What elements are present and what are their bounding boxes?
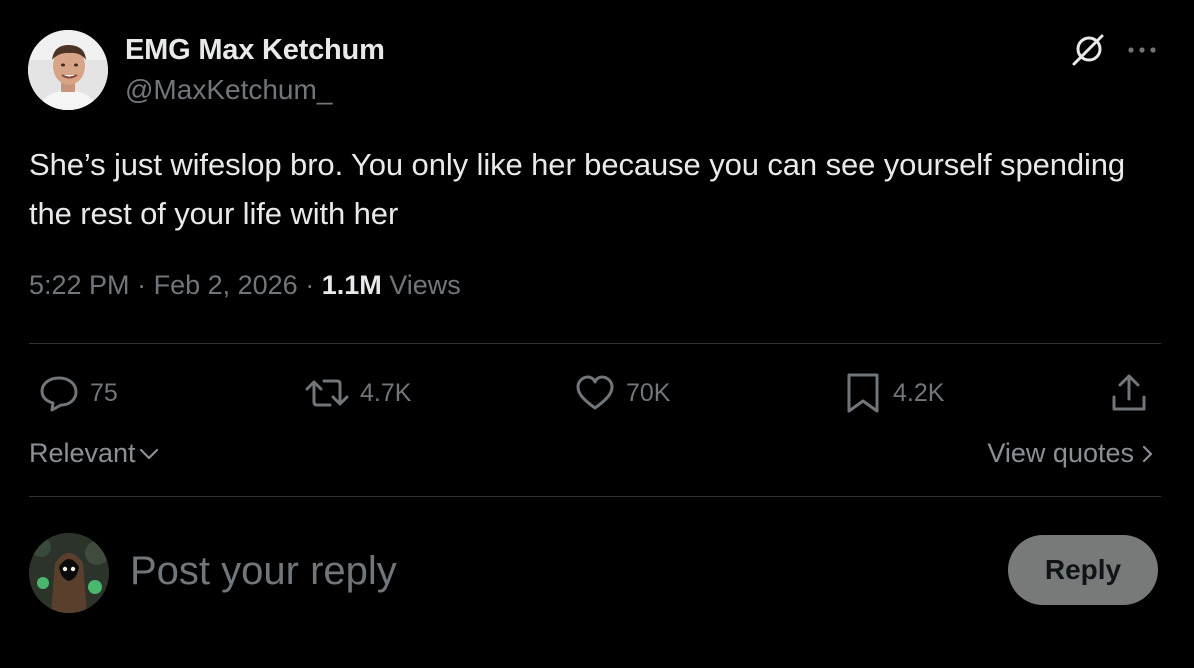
divider bbox=[29, 343, 1161, 344]
author-avatar[interactable] bbox=[28, 30, 108, 110]
reply-icon bbox=[40, 376, 78, 412]
views-label: Views bbox=[389, 270, 461, 300]
sort-replies-dropdown[interactable]: Relevant bbox=[29, 438, 160, 469]
share-icon bbox=[1112, 374, 1146, 411]
grok-icon bbox=[1072, 34, 1104, 66]
like-icon bbox=[576, 375, 614, 410]
views-count[interactable]: 1.1M bbox=[322, 270, 382, 300]
author-avatar-image bbox=[28, 30, 108, 110]
meta-separator: · bbox=[137, 270, 154, 300]
view-quotes-label: View quotes bbox=[987, 438, 1134, 468]
meta-separator: · bbox=[305, 270, 322, 300]
view-quotes-link[interactable]: View quotes bbox=[987, 438, 1156, 469]
tweet-time[interactable]: 5:22 PM bbox=[29, 270, 130, 300]
chevron-right-icon bbox=[1142, 445, 1153, 462]
chevron-down-icon bbox=[139, 448, 158, 459]
tweet-meta: 5:22 PM · Feb 2, 2026 · 1.1M Views bbox=[29, 270, 461, 301]
author-handle[interactable]: @MaxKetchum_ bbox=[125, 74, 332, 106]
sort-label: Relevant bbox=[29, 438, 136, 468]
current-user-avatar-image bbox=[29, 533, 109, 613]
more-options-button[interactable] bbox=[1122, 30, 1162, 70]
reply-action[interactable]: 75 bbox=[38, 370, 118, 416]
reply-input[interactable]: Post your reply bbox=[130, 545, 980, 597]
more-icon bbox=[1128, 47, 1156, 53]
reply-count: 75 bbox=[90, 378, 118, 407]
share-action[interactable] bbox=[1108, 370, 1150, 416]
reply-button[interactable]: Reply bbox=[1008, 535, 1158, 605]
tweet-date[interactable]: Feb 2, 2026 bbox=[154, 270, 298, 300]
repost-icon bbox=[305, 379, 349, 407]
repost-count: 4.7K bbox=[360, 378, 412, 407]
divider bbox=[29, 496, 1161, 497]
author-display-name[interactable]: EMG Max Ketchum bbox=[125, 34, 385, 67]
bookmark-action[interactable]: 4.2K bbox=[843, 370, 944, 416]
like-action[interactable]: 70K bbox=[574, 370, 670, 416]
bookmark-icon bbox=[847, 373, 879, 413]
bookmark-count: 4.2K bbox=[893, 378, 945, 407]
tweet-detail: EMG Max Ketchum @MaxKetchum_ She’s just … bbox=[0, 0, 1194, 668]
repost-action[interactable]: 4.7K bbox=[304, 370, 411, 416]
grok-button[interactable] bbox=[1068, 30, 1108, 70]
tweet-text: She’s just wifeslop bro. You only like h… bbox=[29, 147, 1126, 231]
current-user-avatar[interactable] bbox=[29, 533, 109, 613]
like-count: 70K bbox=[626, 378, 671, 407]
